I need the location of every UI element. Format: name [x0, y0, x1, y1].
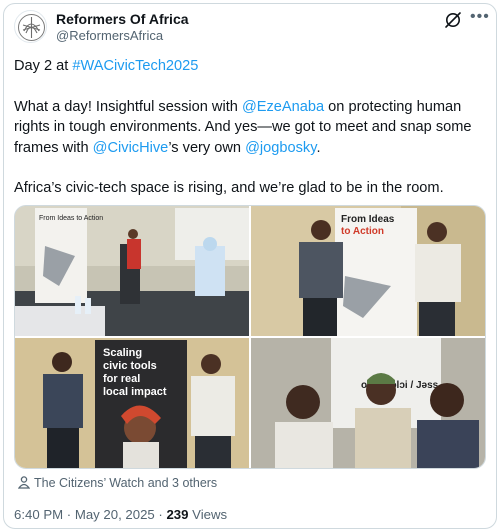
- user-handle[interactable]: @ReformersAfrica: [56, 28, 163, 43]
- photo-1-image: From Ideas to Action: [15, 206, 249, 336]
- tagged-people-label: The Citizens’ Watch and 3 others: [34, 476, 218, 490]
- banner-scaling-1: Scaling: [103, 347, 142, 359]
- tweet-card: Reformers Of Africa @ReformersAfrica •••…: [3, 3, 497, 529]
- photo-3[interactable]: Scaling civic tools for real local impac…: [15, 338, 249, 468]
- photo-4[interactable]: oni / oolɔi / Jəss: [251, 338, 485, 468]
- timestamp[interactable]: 6:40 PM · May 20, 2025 ·: [14, 507, 166, 522]
- banner-scaling-2: civic tools: [103, 360, 157, 372]
- banner-scaling-4: local impact: [103, 386, 167, 398]
- post-paragraph-3: Africa’s civic-tech space is rising, and…: [14, 180, 444, 196]
- avatar-logo: [18, 14, 45, 41]
- mention-link[interactable]: @jogbosky: [245, 140, 316, 156]
- person-tag-icon: [18, 476, 30, 489]
- display-name[interactable]: Reformers Of Africa: [56, 11, 189, 27]
- photo-grid: From Ideas to Action From Ideas to Actio…: [14, 205, 486, 469]
- views-count: 239: [166, 507, 189, 522]
- banner-title-1: From Ideas to Action: [39, 215, 103, 222]
- photo-4-image: oni / oolɔi / Jəss: [251, 338, 485, 468]
- tagged-people[interactable]: The Citizens’ Watch and 3 others: [18, 476, 217, 490]
- text-span: .: [316, 139, 321, 156]
- photo-2[interactable]: From Ideas to Action: [251, 206, 485, 336]
- text-span: What a day! Insightful session with: [14, 98, 242, 115]
- banner-title-2a: From Ideas: [341, 214, 395, 225]
- more-icon[interactable]: •••: [470, 8, 490, 26]
- text-span: ’s very own: [168, 139, 246, 156]
- post-text: Day 2 at #WACivicTech2025 What a day! In…: [14, 56, 484, 199]
- banner-title-2b: to Action: [341, 226, 384, 237]
- photo-3-image: Scaling civic tools for real local impac…: [15, 338, 249, 468]
- banner-scaling-3: for real: [103, 373, 140, 385]
- mention-link[interactable]: @EzeAnaba: [242, 99, 324, 115]
- avatar[interactable]: [14, 10, 47, 43]
- post-paragraph-2: What a day! Insightful session with @Eze…: [14, 97, 484, 159]
- views-label: Views: [188, 507, 228, 522]
- photo-1[interactable]: From Ideas to Action: [15, 206, 249, 336]
- hashtag-link[interactable]: #WACivicTech2025: [72, 58, 198, 74]
- grok-icon[interactable]: [443, 10, 463, 30]
- post-line-1: Day 2 at #WACivicTech2025: [14, 56, 484, 77]
- post-meta: 6:40 PM · May 20, 2025 · 239 Views: [14, 507, 227, 522]
- post-prefix: Day 2 at: [14, 58, 73, 74]
- mention-link[interactable]: @CivicHive: [93, 140, 169, 156]
- photo-2-image: From Ideas to Action: [251, 206, 485, 336]
